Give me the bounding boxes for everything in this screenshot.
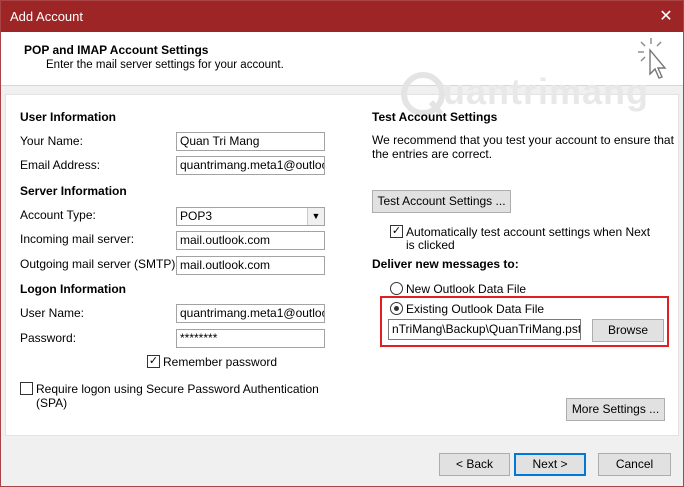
outgoing-server-label: Outgoing mail server (SMTP): [20, 257, 179, 271]
auto-test-label-line2: is clicked [406, 238, 455, 252]
spa-label-line2: (SPA) [36, 396, 68, 410]
cancel-button[interactable]: Cancel [598, 453, 671, 476]
title-bar: Add Account ✕ [1, 1, 683, 32]
new-data-file-radio[interactable] [390, 282, 403, 295]
remember-password-label: Remember password [163, 355, 278, 369]
browse-button[interactable]: Browse [592, 319, 664, 342]
logon-info-heading: Logon Information [20, 282, 126, 296]
incoming-server-label: Incoming mail server: [20, 232, 135, 246]
spa-checkbox[interactable] [20, 382, 33, 395]
auto-test-checkbox[interactable]: ✓ [390, 225, 403, 238]
test-description-line1: We recommend that you test your account … [372, 133, 674, 147]
your-name-input[interactable]: Quan Tri Mang [176, 132, 325, 151]
existing-data-file-label: Existing Outlook Data File [406, 302, 545, 316]
username-input[interactable]: quantrimang.meta1@outlook.com [176, 304, 325, 323]
existing-data-file-radio[interactable] [390, 302, 403, 315]
username-label: User Name: [20, 306, 85, 320]
incoming-server-input[interactable]: mail.outlook.com [176, 231, 325, 250]
email-label: Email Address: [20, 158, 101, 172]
email-input[interactable]: quantrimang.meta1@outlook.com [176, 156, 325, 175]
page-subtitle: Enter the mail server settings for your … [46, 59, 284, 71]
password-input[interactable]: ******** [176, 329, 325, 348]
server-info-heading: Server Information [20, 184, 127, 198]
user-info-heading: User Information [20, 110, 117, 124]
test-account-settings-button[interactable]: Test Account Settings ... [372, 190, 511, 213]
more-settings-button[interactable]: More Settings ... [566, 398, 665, 421]
close-button[interactable]: ✕ [655, 6, 677, 28]
test-description-line2: the entries are correct. [372, 147, 493, 161]
add-account-dialog: Add Account ✕ POP and IMAP Account Setti… [0, 0, 684, 487]
outgoing-server-input[interactable]: mail.outlook.com [176, 256, 325, 275]
chevron-down-icon[interactable]: ▼ [307, 208, 324, 225]
window-title: Add Account [10, 9, 83, 24]
data-file-path-input[interactable]: nTriMang\Backup\QuanTriMang.pst [388, 319, 581, 340]
account-type-label: Account Type: [20, 208, 96, 222]
remember-password-checkbox[interactable]: ✓ [147, 355, 160, 368]
auto-test-label-line1: Automatically test account settings when… [406, 225, 651, 239]
page-title: POP and IMAP Account Settings [24, 43, 209, 57]
account-type-value: POP3 [180, 209, 213, 223]
next-button[interactable]: Next > [514, 453, 586, 476]
spa-label-line1: Require logon using Secure Password Auth… [36, 382, 319, 396]
account-type-select[interactable]: POP3 ▼ [176, 207, 325, 226]
new-data-file-label: New Outlook Data File [406, 282, 527, 296]
deliver-heading: Deliver new messages to: [372, 257, 519, 271]
password-label: Password: [20, 331, 77, 345]
your-name-label: Your Name: [20, 134, 83, 148]
back-button[interactable]: < Back [439, 453, 510, 476]
watermark-text: uantrimang [443, 71, 650, 112]
test-settings-heading: Test Account Settings [372, 110, 498, 124]
